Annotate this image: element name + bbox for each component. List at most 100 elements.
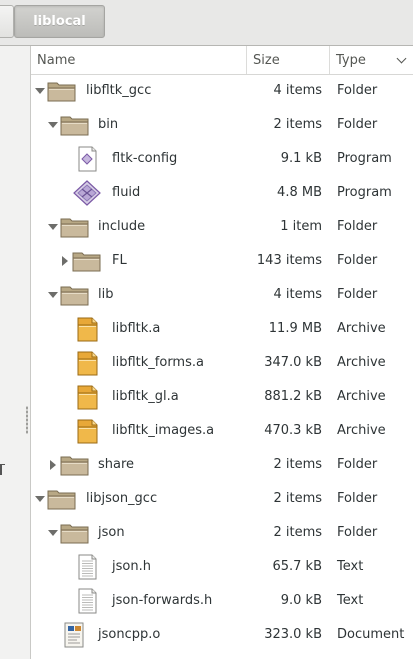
row-type: Archive: [337, 389, 386, 404]
row-type: Archive: [337, 355, 386, 370]
folder-icon: [46, 486, 78, 512]
folder-row[interactable]: FL 143 items Folder: [31, 244, 413, 278]
row-type: Folder: [337, 83, 378, 98]
expander-closed-icon[interactable]: [59, 255, 71, 267]
row-size: 143 items: [256, 253, 322, 268]
expander-open-icon[interactable]: [47, 119, 59, 131]
row-size: 4 items: [273, 83, 322, 98]
text-file-icon: [71, 588, 103, 614]
row-name: bin: [98, 117, 119, 132]
folder-row[interactable]: libfltk_gcc 4 items Folder: [31, 74, 413, 108]
pane-resize-handle[interactable]: [26, 406, 28, 434]
row-type: Folder: [337, 525, 378, 540]
script-file-icon: [71, 146, 103, 172]
folder-icon: [59, 520, 91, 546]
row-name: libjson_gcc: [86, 491, 158, 506]
row-name: libfltk_forms.a: [112, 355, 204, 370]
folder-row[interactable]: lib 4 items Folder: [31, 278, 413, 312]
row-size: 323.0 kB: [264, 627, 322, 642]
folder-icon: [59, 214, 91, 240]
expander-open-icon[interactable]: [47, 527, 59, 539]
row-name: json.h: [112, 559, 151, 574]
row-size: 881.2 kB: [264, 389, 322, 404]
folder-icon: [71, 248, 103, 274]
folder-icon: [59, 112, 91, 138]
column-header-size-label: Size: [253, 52, 280, 68]
file-row[interactable]: libfltk_gl.a 881.2 kB Archive: [31, 380, 413, 414]
row-type: Archive: [337, 321, 386, 336]
row-size: 2 items: [273, 457, 322, 472]
row-name: json-forwards.h: [112, 593, 213, 608]
archive-icon: [71, 316, 103, 342]
row-size: 9.0 kB: [280, 593, 322, 608]
expander-open-icon[interactable]: [34, 493, 46, 505]
row-size: 470.3 kB: [264, 423, 322, 438]
file-row[interactable]: json.h 65.7 kB Text: [31, 550, 413, 584]
text-file-icon: [71, 554, 103, 580]
list-header: Name Size Type: [31, 46, 413, 75]
folder-row[interactable]: json 2 items Folder: [31, 516, 413, 550]
folder-row[interactable]: libjson_gcc 2 items Folder: [31, 482, 413, 516]
row-name: fluid: [112, 185, 141, 200]
row-name: fltk-config: [112, 151, 178, 166]
file-row[interactable]: json-forwards.h 9.0 kB Text: [31, 584, 413, 618]
folder-icon: [59, 282, 91, 308]
row-size: 4 items: [273, 287, 322, 302]
row-size: 11.9 MB: [268, 321, 322, 336]
row-size: 65.7 kB: [272, 559, 322, 574]
file-row[interactable]: fltk-config 9.1 kB Program: [31, 142, 413, 176]
sidebar-clipped-icon: [0, 464, 5, 475]
row-size: 2 items: [273, 525, 322, 540]
row-type: Folder: [337, 491, 378, 506]
row-name: libfltk_images.a: [112, 423, 215, 438]
expander-open-icon[interactable]: [47, 289, 59, 301]
file-row[interactable]: libfltk.a 11.9 MB Archive: [31, 312, 413, 346]
row-size: 2 items: [273, 491, 322, 506]
folder-row[interactable]: include 1 item Folder: [31, 210, 413, 244]
row-name: json: [98, 525, 125, 540]
row-type: Text: [337, 593, 364, 608]
executable-icon: [71, 180, 103, 206]
expander-open-icon[interactable]: [47, 221, 59, 233]
row-type: Text: [337, 559, 364, 574]
file-list: Name Size Type libfltk_gcc 4 items Folder b…: [31, 46, 413, 659]
expander-closed-icon[interactable]: [47, 459, 59, 471]
file-row[interactable]: libfltk_forms.a 347.0 kB Archive: [31, 346, 413, 380]
folder-icon: [59, 452, 91, 478]
row-name: lib: [98, 287, 114, 302]
row-name: include: [98, 219, 146, 234]
row-size: 1 item: [280, 219, 322, 234]
column-header-type[interactable]: Type: [329, 46, 413, 74]
file-row[interactable]: fluid 4.8 MB Program: [31, 176, 413, 210]
row-name: share: [98, 457, 135, 472]
row-type: Folder: [337, 117, 378, 132]
row-name: jsoncpp.o: [98, 627, 161, 642]
file-row[interactable]: libfltk_images.a 470.3 kB Archive: [31, 414, 413, 448]
row-name: libfltk.a: [112, 321, 161, 336]
row-name: FL: [112, 253, 127, 268]
column-header-size[interactable]: Size: [246, 46, 329, 74]
row-type: Archive: [337, 423, 386, 438]
row-type: Document: [337, 627, 405, 642]
document-icon: [59, 622, 91, 648]
row-name: libfltk_gcc: [86, 83, 152, 98]
sidebar: [0, 46, 31, 659]
folder-row[interactable]: bin 2 items Folder: [31, 108, 413, 142]
file-row[interactable]: jsoncpp.o 323.0 kB Document: [31, 618, 413, 652]
row-size: 347.0 kB: [264, 355, 322, 370]
expander-open-icon[interactable]: [34, 85, 46, 97]
path-bar: liblocal: [0, 0, 413, 46]
folder-icon: [46, 78, 78, 104]
path-button-current[interactable]: liblocal: [14, 5, 105, 38]
row-type: Program: [337, 151, 392, 166]
row-type: Folder: [337, 253, 378, 268]
column-header-type-label: Type: [336, 52, 366, 68]
column-header-name[interactable]: Name: [31, 46, 246, 74]
folder-row[interactable]: share 2 items Folder: [31, 448, 413, 482]
row-size: 9.1 kB: [280, 151, 322, 166]
row-size: 4.8 MB: [277, 185, 322, 200]
chevron-down-icon[interactable]: [396, 53, 407, 64]
row-type: Folder: [337, 457, 378, 472]
path-back-segment[interactable]: [0, 5, 14, 38]
row-type: Folder: [337, 219, 378, 234]
